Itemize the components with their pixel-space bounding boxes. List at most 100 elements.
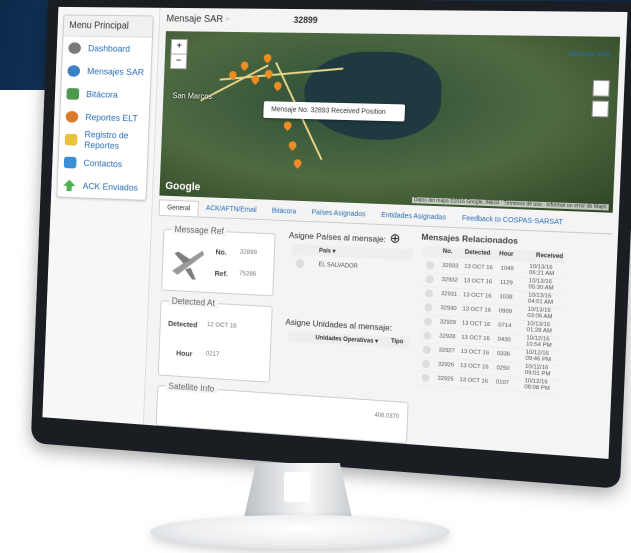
remove-circle-icon[interactable] bbox=[295, 259, 304, 268]
zoom-in-button[interactable]: + bbox=[171, 40, 186, 54]
menu-title: Menu Principal bbox=[64, 16, 153, 38]
cell-received: 10/13/16 05:30 AM bbox=[528, 278, 564, 292]
stand-cutout bbox=[284, 472, 310, 502]
ref-ref-value: 75286 bbox=[239, 270, 256, 278]
monitor-frame: Menu Principal Dashboard Mensajes SAR Bi… bbox=[31, 0, 631, 489]
sidebar-item-contactos[interactable]: Contactos bbox=[58, 151, 147, 177]
sidebar-item-dashboard[interactable]: Dashboard bbox=[63, 36, 152, 60]
zoom-control: + − bbox=[170, 39, 188, 69]
row-select-icon[interactable] bbox=[426, 261, 434, 269]
dashboard-icon bbox=[68, 42, 81, 54]
col-detected: Detected bbox=[465, 250, 491, 257]
cell-no: 32929 bbox=[440, 319, 462, 326]
map-pin-icon[interactable] bbox=[239, 60, 250, 71]
popout-icon[interactable]: ▫ bbox=[226, 14, 230, 25]
sidebar-item-registro-de-reportes[interactable]: Registro de Reportes bbox=[59, 128, 148, 154]
row-select-icon[interactable] bbox=[426, 275, 434, 283]
cell-no: 32926 bbox=[438, 362, 460, 369]
contacts-icon bbox=[64, 157, 77, 169]
map-pin-icon[interactable] bbox=[262, 52, 273, 63]
cell-received: 10/13/16 06:21 AM bbox=[529, 264, 565, 278]
main-menu: Menu Principal Dashboard Mensajes SAR Bi… bbox=[56, 15, 153, 201]
cell-received: 10/13/16 01:28 AM bbox=[527, 321, 563, 335]
cell-received: 10/12/16 09:01 PM bbox=[525, 364, 560, 378]
map-pin-icon[interactable] bbox=[287, 140, 298, 151]
cell-no: 32931 bbox=[441, 291, 463, 298]
monitor-base bbox=[150, 515, 450, 549]
fullscreen-icon[interactable] bbox=[592, 100, 609, 117]
sidebar-item-label: Reportes ELT bbox=[85, 112, 138, 124]
row-select-icon[interactable] bbox=[424, 317, 432, 325]
cell-detected: 13 OCT 16 bbox=[461, 349, 498, 357]
map-view[interactable]: + − Mensaje No. 32893 Received Position … bbox=[159, 31, 620, 213]
detected-value: 12 OCT 16 bbox=[207, 321, 237, 330]
row-select-icon[interactable] bbox=[424, 303, 432, 311]
map-attribution[interactable]: Datos del mapa ©2016 Google, INEGI · Tér… bbox=[412, 197, 609, 210]
cell-received: 10/12/16 08:08 PM bbox=[524, 378, 559, 392]
map-pin-icon[interactable] bbox=[292, 158, 303, 169]
tab-ack-aftn-email[interactable]: ACK/AFTN/Email bbox=[198, 201, 264, 219]
add-country-icon[interactable]: ⊕ bbox=[389, 230, 400, 246]
cell-received: 10/12/16 09:46 PM bbox=[525, 350, 560, 364]
panel-title: Message Ref bbox=[172, 224, 227, 236]
sidebar-item-label: Contactos bbox=[83, 158, 122, 170]
page-title: Mensaje SAR bbox=[166, 13, 223, 24]
cell-hour: 0250 bbox=[496, 365, 525, 373]
tab-bitacora[interactable]: Bitácora bbox=[264, 203, 304, 220]
map-popup: Mensaje No. 32893 Received Position bbox=[263, 101, 405, 121]
tab-paises-asignados[interactable]: Países Asignados bbox=[304, 205, 374, 224]
cell-no: 32928 bbox=[439, 333, 461, 340]
person-icon bbox=[65, 111, 78, 123]
sidebar-item-reportes-elt[interactable]: Reportes ELT bbox=[60, 105, 149, 130]
sidebar-item-label: Registro de Reportes bbox=[84, 130, 143, 153]
map-pin-icon[interactable] bbox=[263, 68, 274, 79]
ref-no-value: 32899 bbox=[240, 249, 257, 257]
sidebar-item-bitacora[interactable]: Bitácora bbox=[61, 82, 150, 107]
folder-icon bbox=[65, 134, 78, 146]
layers-icon[interactable] bbox=[592, 80, 609, 97]
cell-hour: 0909 bbox=[499, 308, 528, 316]
message-ref-panel: Message Ref No. 32899 Ref. 75286 bbox=[161, 229, 276, 297]
cell-hour: 0336 bbox=[497, 351, 526, 359]
row-select-icon[interactable] bbox=[422, 360, 430, 369]
row-select-icon[interactable] bbox=[425, 289, 433, 297]
tab-entidades-asignadas[interactable]: Entidades Asignadas bbox=[373, 208, 454, 227]
sidebar-item-mensajes-sar[interactable]: Mensajes SAR bbox=[62, 59, 151, 84]
map-book-icon bbox=[66, 88, 79, 100]
satellite-icon bbox=[67, 65, 80, 77]
cell-received: 10/13/16 04:51 AM bbox=[528, 292, 564, 306]
airplane-icon bbox=[168, 241, 208, 282]
sidebar: Menu Principal Dashboard Mensajes SAR Bi… bbox=[42, 7, 160, 425]
header: Mensaje SAR ▫ 32899 bbox=[161, 8, 628, 35]
col-hour: Hour bbox=[499, 251, 514, 258]
country-row[interactable]: EL SALVADOR bbox=[291, 258, 412, 278]
cell-no: 32933 bbox=[442, 263, 464, 270]
arrow-up-icon bbox=[63, 179, 76, 191]
detected-label: Detected bbox=[168, 319, 198, 329]
lake-shape bbox=[302, 51, 443, 142]
countries-title: Asigne Países al mensaje: bbox=[289, 230, 386, 244]
cell-hour: 1129 bbox=[500, 280, 529, 288]
map-pin-icon[interactable] bbox=[282, 120, 293, 131]
cell-detected: 13 OCT 16 bbox=[461, 335, 498, 343]
sidebar-item-label: Dashboard bbox=[88, 43, 130, 54]
sidebar-item-label: Mensajes SAR bbox=[87, 66, 144, 78]
unit-column-header[interactable]: Unidades Operativas ▾ bbox=[315, 334, 378, 345]
row-select-icon[interactable] bbox=[421, 374, 429, 383]
cell-hour: 0714 bbox=[498, 322, 527, 330]
cell-hour: 1049 bbox=[500, 266, 529, 273]
units-table-header: Unidades Operativas ▾ Tipo bbox=[288, 331, 409, 349]
row-select-icon[interactable] bbox=[423, 331, 431, 339]
map-link[interactable]: Mensaje SAR bbox=[569, 51, 611, 59]
cell-received: 10/13/16 03:06 AM bbox=[527, 307, 563, 321]
cell-hour: 0430 bbox=[498, 337, 527, 345]
country-column-header[interactable]: País ▾ bbox=[319, 247, 336, 255]
zoom-out-button[interactable]: − bbox=[171, 53, 186, 68]
tab-general[interactable]: General bbox=[159, 199, 199, 216]
type-column-header: Tipo bbox=[391, 339, 404, 346]
row-select-icon[interactable] bbox=[423, 346, 431, 355]
satellite-value: 406.0370 bbox=[374, 413, 399, 421]
sidebar-item-ack-enviados[interactable]: ACK Enviados bbox=[57, 174, 146, 200]
tab-feedback[interactable]: Feedback to COSPAS-SARSAT bbox=[454, 211, 572, 232]
map-pin-icon[interactable] bbox=[272, 80, 283, 91]
